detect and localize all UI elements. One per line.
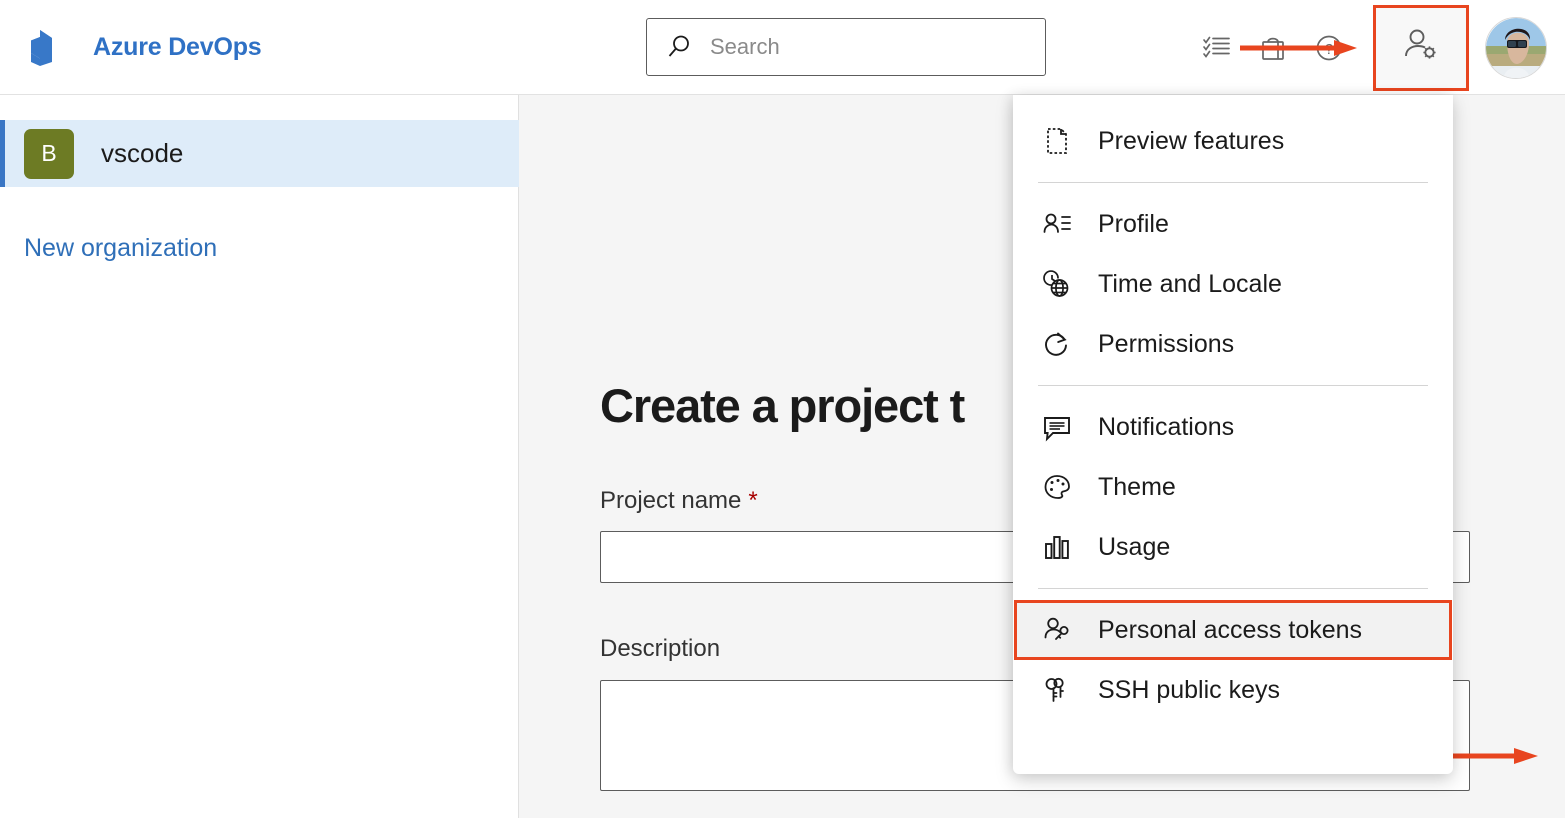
new-organization-link[interactable]: New organization [24,234,518,263]
project-name-label-text: Project name [600,487,741,514]
person-key-icon [1040,613,1074,647]
checklist-icon[interactable] [1189,20,1245,76]
palette-icon [1040,470,1074,504]
organization-badge: B [24,129,74,179]
menu-item-label: Personal access tokens [1098,616,1362,645]
menu-separator [1038,182,1428,183]
menu-item-label: SSH public keys [1098,676,1280,705]
menu-item-profile[interactable]: Profile [1013,194,1453,254]
search-box[interactable] [646,18,1046,76]
brand-title: Azure DevOps [93,33,262,62]
azure-devops-page: Azure DevOps [0,0,1565,818]
user-settings-menu: Preview features Profile [1013,95,1453,774]
menu-item-label: Preview features [1098,127,1284,156]
menu-item-label: Theme [1098,473,1176,502]
menu-item-usage[interactable]: Usage [1013,517,1453,577]
organization-name: vscode [101,138,183,169]
menu-item-notifications[interactable]: Notifications [1013,397,1453,457]
brand[interactable]: Azure DevOps [26,26,262,68]
keys-ring-icon [1040,673,1074,707]
menu-item-personal-access-tokens[interactable]: Personal access tokens [1014,600,1452,660]
project-name-label: Project name * [600,487,758,515]
menu-item-theme[interactable]: Theme [1013,457,1453,517]
description-label: Description [600,635,720,663]
pointer-arrow-to-user-settings [1240,37,1360,64]
menu-item-label: Notifications [1098,413,1234,442]
top-header: Azure DevOps [0,0,1565,95]
user-settings-icon [1401,25,1441,70]
profile-person-icon [1040,207,1074,241]
menu-item-preview-features[interactable]: Preview features [1013,111,1453,171]
menu-item-label: Time and Locale [1098,270,1282,299]
avatar[interactable] [1485,17,1547,79]
menu-item-label: Profile [1098,210,1169,239]
sidebar-item-vscode[interactable]: B vscode [0,120,519,187]
menu-item-label: Permissions [1098,330,1234,359]
menu-separator [1038,588,1428,589]
preview-page-icon [1040,124,1074,158]
bar-chart-icon [1040,530,1074,564]
menu-separator [1038,385,1428,386]
search-input[interactable] [710,27,1020,67]
page-title: Create a project t [600,378,964,433]
search-icon [666,33,694,61]
clock-globe-icon [1040,267,1074,301]
speech-bubble-icon [1040,410,1074,444]
required-marker: * [748,487,757,514]
menu-item-permissions[interactable]: Permissions [1013,314,1453,374]
menu-item-label: Usage [1098,533,1170,562]
refresh-circle-icon [1040,327,1074,361]
azure-devops-logo-icon [26,26,68,68]
organizations-sidebar: B vscode New organization [0,95,519,818]
menu-item-ssh-public-keys[interactable]: SSH public keys [1013,660,1453,720]
menu-item-time-and-locale[interactable]: Time and Locale [1013,254,1453,314]
user-settings-button[interactable] [1373,5,1469,91]
